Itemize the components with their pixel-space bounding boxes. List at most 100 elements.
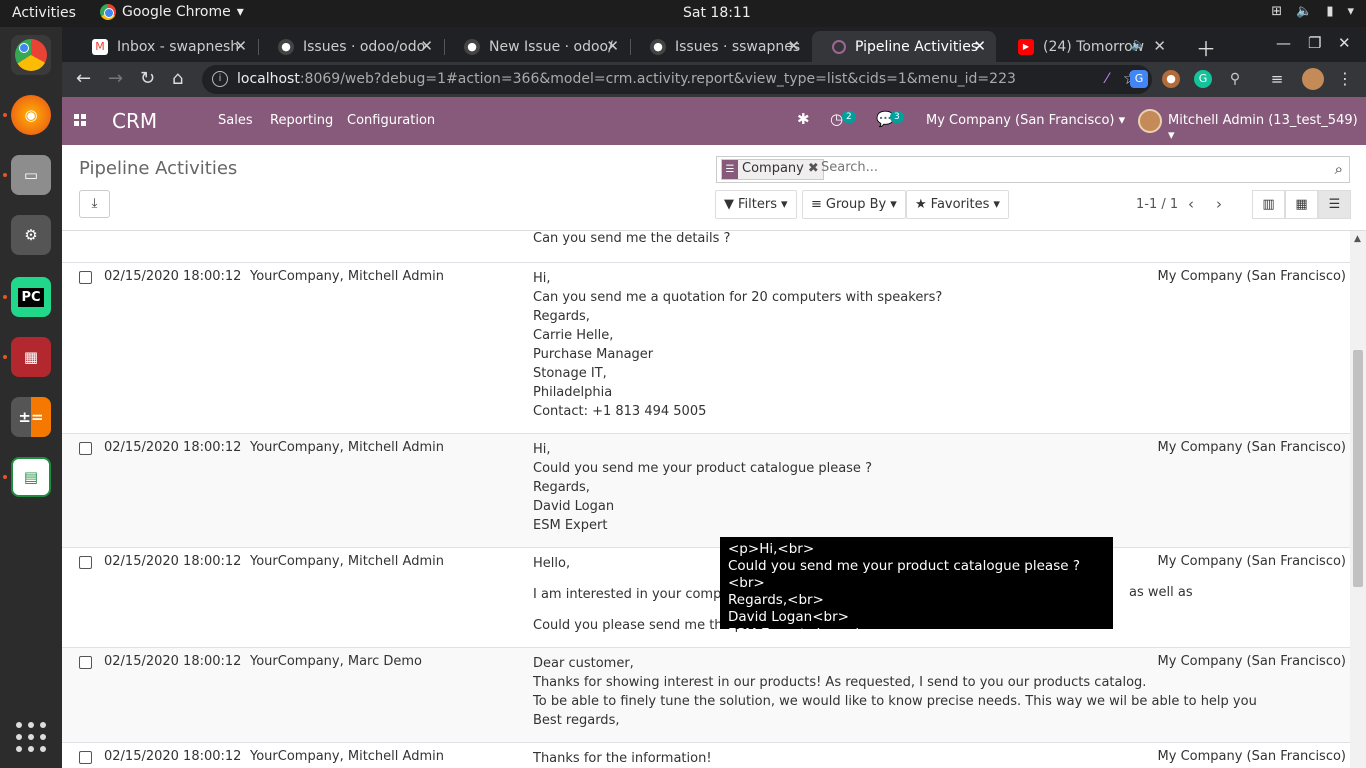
caret-down-icon: ▾ [993,197,1000,212]
company-cell: My Company (San Francisco) [1157,749,1346,764]
close-icon[interactable]: ✕ [420,37,433,55]
search-input[interactable] [821,160,1321,175]
back-button[interactable]: ← [76,68,91,89]
speaker-icon[interactable]: 🔈 [1131,37,1146,51]
close-icon[interactable]: ✕ [606,37,619,55]
dock-pycharm[interactable]: PC [11,277,51,317]
graph-view-button[interactable]: ▥ [1252,190,1285,219]
dock-terminal-app[interactable]: ▦ [11,337,51,377]
table-row[interactable]: 02/15/2020 18:00:12 YourCompany, Mitchel… [62,433,1350,547]
app-icon: ▦ [23,348,39,366]
dock-chrome[interactable] [11,35,51,75]
row-checkbox[interactable] [79,556,92,569]
table-row[interactable]: 02/15/2020 18:00:12 YourCompany, Mitchel… [62,262,1350,433]
dock-firefox[interactable]: ◉ [11,95,51,135]
apps-menu-icon[interactable] [74,114,86,126]
dock-files[interactable]: ▭ [11,155,51,195]
tab-issues-sswapnes[interactable]: ● Issues · sswapnes ✕ [630,31,810,62]
github-icon: ● [650,38,666,55]
running-indicator [3,113,7,117]
activity-clock-icon[interactable]: ◷ [830,110,843,128]
pager-next-icon[interactable]: › [1216,195,1222,213]
table-row[interactable]: 02/15/2020 18:00:12 YourCompany, Mitchel… [62,547,1350,647]
maximize-button[interactable]: ❐ [1308,34,1321,52]
dock-spreadsheet[interactable]: ▤ [11,457,51,497]
reload-button[interactable]: ↻ [140,68,155,89]
battery-icon: ▮ [1326,4,1334,19]
app-menu[interactable]: Google Chrome ▾ [100,4,244,20]
gmail-icon: M [92,38,108,55]
menu-reporting[interactable]: Reporting [270,113,333,128]
url-text[interactable]: localhost:8069/web?debug=1#action=366&mo… [237,71,1016,87]
system-tray[interactable]: ⊞ 🔈 ▮ ▾ [1271,4,1354,19]
table-icon: ▦ [1295,197,1308,212]
search-box[interactable]: ☰ Company ✖ ⌕ [716,156,1350,183]
tab-pipeline-activities[interactable]: Pipeline Activities ✕ [812,31,996,62]
location-extension-icon[interactable]: ⚲ [1226,70,1244,88]
scroll-thumb[interactable] [1353,350,1363,587]
pen-extension-icon[interactable]: ⁄ [1098,70,1116,88]
control-panel: Pipeline Activities ⤓ ☰ Company ✖ ⌕ ▼ Fil… [62,145,1366,231]
minimize-button[interactable]: — [1276,34,1291,52]
dock-settings[interactable]: ⚙ [11,215,51,255]
close-icon[interactable]: ✕ [973,37,986,55]
message-line: Could you send me your product catalogue… [533,461,872,476]
info-icon[interactable]: i [212,71,228,87]
close-icon[interactable]: ✕ [787,37,800,55]
menu-configuration[interactable]: Configuration [347,113,435,128]
app-brand[interactable]: CRM [112,109,157,133]
row-checkbox[interactable] [79,271,92,284]
close-window-button[interactable]: ✕ [1338,34,1351,52]
list-scrollbar[interactable]: ▲ [1350,231,1366,768]
group-by-icon: ☰ [722,160,738,179]
search-icon[interactable]: ⌕ [1335,160,1343,178]
menu-kebab-icon[interactable]: ⋮ [1336,70,1354,88]
home-button[interactable]: ⌂ [172,68,183,89]
monkey-extension-icon[interactable]: ● [1162,70,1180,88]
row-checkbox[interactable] [79,751,92,764]
scroll-up-icon[interactable]: ▲ [1354,234,1361,244]
search-facet[interactable]: ☰ Company ✖ [721,159,824,180]
pivot-view-button[interactable]: ▦ [1285,190,1318,219]
message-cell: Hi, Could you send me your product catal… [533,440,1173,535]
pager-previous-icon[interactable]: ‹ [1188,195,1194,213]
user-menu[interactable]: Mitchell Admin (13_test_549) ▾ [1168,113,1366,143]
row-checkbox[interactable] [79,442,92,455]
table-row[interactable]: 02/15/2020 18:00:12 YourCompany, Marc De… [62,647,1350,742]
user-avatar[interactable] [1138,109,1162,133]
profile-avatar[interactable] [1302,68,1324,90]
caret-down-icon: ▾ [780,197,788,212]
export-button[interactable]: ⤓ [79,190,110,218]
debug-bug-icon[interactable]: ✱ [797,110,810,128]
group-by-button[interactable]: ≡ Group By ▾ [802,190,906,219]
forward-button[interactable]: → [108,68,123,89]
grammarly-icon[interactable]: G [1194,70,1212,88]
row-checkbox[interactable] [79,656,92,669]
dock-calculator[interactable]: ±= [11,397,51,437]
menu-sales[interactable]: Sales [218,113,253,128]
tab-gmail[interactable]: M Inbox - swapnesh ✕ [72,31,257,62]
company-switcher[interactable]: My Company (San Francisco) ▾ [926,113,1125,128]
activities-button[interactable]: Activities [12,5,76,21]
show-apps-icon[interactable] [16,722,46,752]
close-icon[interactable]: ✕ [1153,37,1166,55]
volume-icon: 🔈 [1296,4,1313,19]
table-row[interactable]: 02/15/2020 18:00:12 YourCompany, Mitchel… [62,742,1350,768]
message-cell: Dear customer, Thanks for showing intere… [533,654,1257,730]
table-row[interactable]: Can you send me the details ? [62,231,1350,263]
address-bar[interactable]: i localhost:8069/web?debug=1#action=366&… [202,65,1152,94]
clock[interactable]: Sat 18:11 [683,5,751,21]
tab-new-issue[interactable]: ● New Issue · odoo/ ✕ [444,31,629,62]
tab-youtube[interactable]: ▶ (24) Tomorrow 🔈 ✕ [998,31,1176,62]
tab-issues-odoo[interactable]: ● Issues · odoo/odo ✕ [258,31,443,62]
favorites-label: Favorites [930,197,990,212]
filters-button[interactable]: ▼ Filters ▾ [715,190,797,219]
close-icon[interactable]: ✕ [234,37,247,55]
media-controls-icon[interactable]: ≡ [1268,70,1286,88]
list-view-button[interactable]: ☰ [1318,190,1351,219]
tooltip-line: Could you send me your product catalogue… [728,558,1081,591]
translate-extension-icon[interactable]: G [1130,70,1148,88]
pager-value[interactable]: 1-1 / 1 [1136,197,1178,212]
new-tab-button[interactable]: ＋ [1196,33,1216,62]
favorites-button[interactable]: ★ Favorites ▾ [906,190,1009,219]
